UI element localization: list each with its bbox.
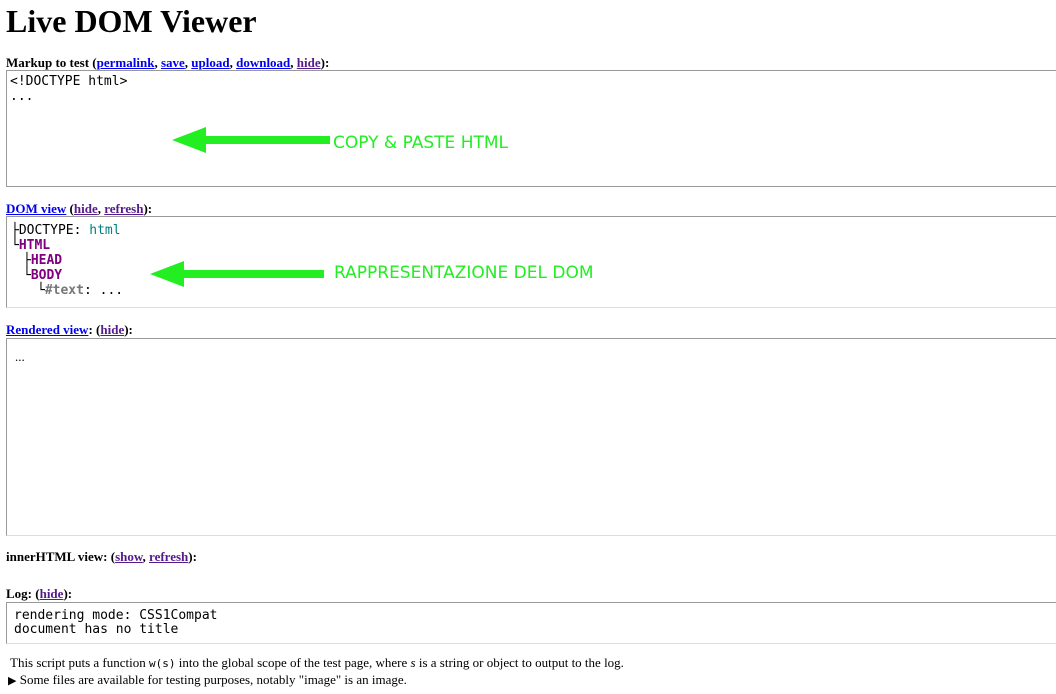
dom-node-body: BODY [30, 268, 63, 283]
hide-markup-link[interactable]: hide [297, 55, 321, 70]
markup-line: ... [10, 89, 34, 104]
annotation-dom: RAPPRESENTAZIONE DEL DOM [334, 263, 594, 283]
dom-label: DOM view (hide, refresh): [6, 201, 153, 216]
page-title: Live DOM Viewer [6, 3, 257, 39]
hide-dom-link[interactable]: hide [74, 201, 98, 216]
hide-log-link[interactable]: hide [40, 586, 64, 601]
annotation-copy-paste: COPY & PASTE HTML [333, 133, 508, 153]
footer-note: This script puts a function w(s) into th… [10, 655, 624, 670]
markup-label: Markup to test (permalink, save, upload,… [6, 55, 330, 70]
triangle-right-icon: ▶ [8, 675, 17, 687]
refresh-dom-link[interactable]: refresh [104, 201, 143, 216]
arrow-left-icon [172, 127, 330, 153]
rendered-frame: ... [6, 338, 1056, 536]
log-label: Log: (hide): [6, 586, 73, 601]
rendered-label: Rendered view: (hide): [6, 322, 133, 337]
save-link[interactable]: save [161, 55, 185, 70]
upload-link[interactable]: upload [191, 55, 229, 70]
files-disclosure[interactable]: ▶ Some files are available for testing p… [8, 672, 407, 688]
rendered-view-link[interactable]: Rendered view [6, 322, 88, 337]
refresh-innerhtml-link[interactable]: refresh [149, 549, 188, 564]
arrow-left-icon [150, 261, 324, 287]
dom-view-link[interactable]: DOM view [6, 201, 66, 216]
show-innerhtml-link[interactable]: show [115, 549, 142, 564]
dom-node-html: HTML [18, 238, 51, 253]
permalink-link[interactable]: permalink [97, 55, 155, 70]
innerhtml-label: innerHTML view: (show, refresh): [6, 549, 197, 564]
markup-textarea[interactable]: <!DOCTYPE html> ... [6, 70, 1056, 187]
download-link[interactable]: download [236, 55, 290, 70]
markup-line: <!DOCTYPE html> [10, 74, 128, 89]
hide-rendered-link[interactable]: hide [100, 322, 124, 337]
log-output: rendering mode: CSS1Compat document has n… [6, 602, 1056, 644]
dom-node-head: HEAD [30, 253, 63, 268]
